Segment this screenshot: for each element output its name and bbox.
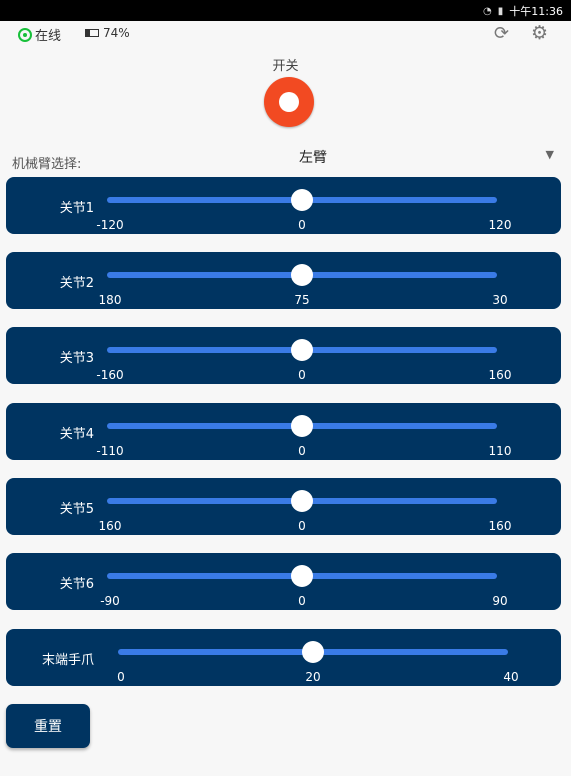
joint-range-max: 160 bbox=[488, 519, 512, 533]
joint-range-min: -110 bbox=[96, 444, 124, 458]
joint-range-mid: 0 bbox=[298, 519, 306, 533]
joint-slider-track[interactable] bbox=[107, 189, 497, 211]
joint-range-min: -90 bbox=[100, 594, 120, 608]
joint-range-max: 110 bbox=[488, 444, 512, 458]
joint-label: 关节6 bbox=[59, 577, 94, 592]
battery-status: 74% bbox=[85, 26, 130, 40]
power-button[interactable] bbox=[264, 77, 314, 127]
joint-range-min: 0 bbox=[117, 670, 125, 684]
joint-range-min: 160 bbox=[98, 519, 122, 533]
joint-slider-track[interactable] bbox=[107, 264, 497, 286]
joint-panel-4: 关节4 -110 0 110 bbox=[6, 403, 561, 460]
joint-slider-track[interactable] bbox=[107, 565, 497, 587]
joint-range-mid: 0 bbox=[298, 594, 306, 608]
joint-range-mid: 0 bbox=[298, 218, 306, 232]
battery-status-icon: ▮ bbox=[497, 5, 504, 17]
joint-label: 关节5 bbox=[59, 502, 94, 517]
joint-range-max: 90 bbox=[492, 594, 508, 608]
joint-range-max: 30 bbox=[492, 293, 508, 307]
joint-label: 末端手爪 bbox=[41, 653, 94, 668]
joint-range-mid: 0 bbox=[298, 368, 306, 382]
joint-slider-track[interactable] bbox=[118, 641, 508, 663]
power-switch-label: 开关 bbox=[272, 59, 299, 74]
online-label: 在线 bbox=[35, 29, 62, 44]
online-status: 在线 bbox=[18, 25, 61, 44]
status-time-prefix: 十午 bbox=[509, 5, 532, 18]
gear-icon[interactable]: ⚙ bbox=[531, 22, 548, 44]
joint-slider-thumb[interactable] bbox=[291, 415, 313, 437]
joint-range-min: -160 bbox=[96, 368, 124, 382]
battery-icon bbox=[85, 29, 99, 37]
reset-button[interactable]: 重置 bbox=[6, 704, 90, 748]
joint-panel-1: 关节1 -120 0 120 bbox=[6, 177, 561, 234]
joint-range-max: 120 bbox=[488, 218, 512, 232]
joint-slider-track[interactable] bbox=[107, 415, 497, 437]
arm-select-dropdown[interactable]: 左臂 ▼ bbox=[120, 145, 560, 169]
joint-label: 关节1 bbox=[59, 201, 94, 216]
joint-slider-thumb[interactable] bbox=[291, 264, 313, 286]
joint-label: 关节2 bbox=[59, 276, 94, 291]
joint-slider-thumb[interactable] bbox=[291, 565, 313, 587]
status-time: 11:36 bbox=[531, 4, 563, 18]
power-button-center bbox=[279, 92, 299, 112]
joint-label: 关节4 bbox=[59, 427, 94, 442]
joint-range-max: 160 bbox=[488, 368, 512, 382]
joint-panel-2: 关节2 180 75 30 bbox=[6, 252, 561, 309]
joint-slider-track[interactable] bbox=[107, 339, 497, 361]
arm-select-value: 左臂 bbox=[299, 150, 327, 166]
chevron-down-icon: ▼ bbox=[545, 148, 554, 161]
arm-select-label: 机械臂选择: bbox=[12, 157, 82, 172]
online-icon bbox=[18, 27, 32, 42]
battery-label: 74% bbox=[103, 26, 130, 40]
joint-panel-7: 末端手爪 0 20 40 bbox=[6, 629, 561, 686]
joint-slider-track[interactable] bbox=[107, 490, 497, 512]
joint-panel-6: 关节6 -90 0 90 bbox=[6, 553, 561, 610]
joint-range-mid: 0 bbox=[298, 444, 306, 458]
joint-label: 关节3 bbox=[59, 351, 94, 366]
refresh-icon[interactable]: ⟳ bbox=[494, 23, 509, 44]
app-header: 在线 74% ⟳ ⚙ bbox=[0, 21, 571, 47]
joint-panel-5: 关节5 160 0 160 bbox=[6, 478, 561, 535]
joint-slider-thumb[interactable] bbox=[302, 641, 324, 663]
joint-range-mid: 20 bbox=[305, 670, 321, 684]
joint-range-min: -120 bbox=[96, 218, 124, 232]
system-status-bar: ◔ ▮ 十午 11:36 bbox=[0, 0, 571, 21]
wifi-icon: ◔ bbox=[483, 5, 492, 17]
joint-range-max: 40 bbox=[503, 670, 519, 684]
joint-slider-thumb[interactable] bbox=[291, 189, 313, 211]
joint-range-min: 180 bbox=[98, 293, 122, 307]
joint-slider-thumb[interactable] bbox=[291, 339, 313, 361]
joint-range-mid: 75 bbox=[294, 293, 310, 307]
joint-panel-3: 关节3 -160 0 160 bbox=[6, 327, 561, 384]
joint-slider-thumb[interactable] bbox=[291, 490, 313, 512]
